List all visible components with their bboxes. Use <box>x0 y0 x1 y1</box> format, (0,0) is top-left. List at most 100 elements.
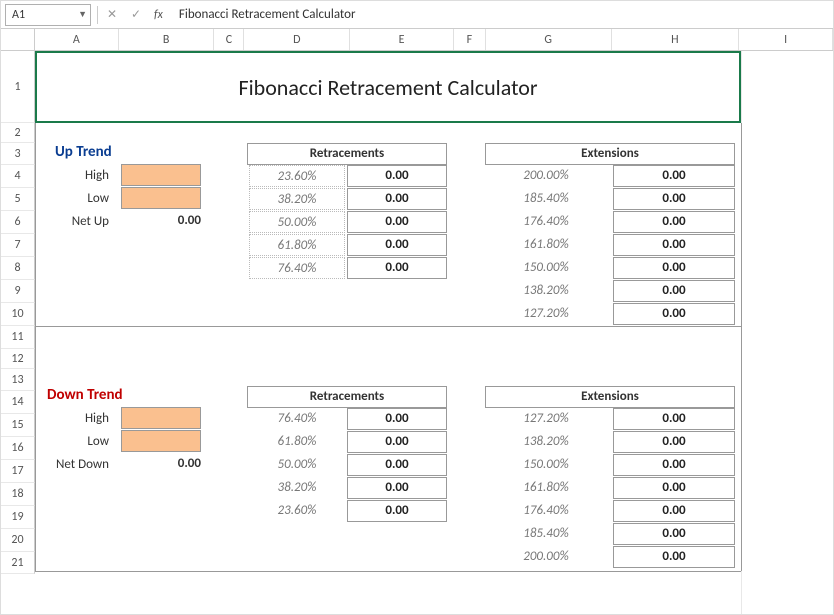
retracements-header: Retracements <box>247 386 447 408</box>
value-cell: 0.00 <box>347 500 447 522</box>
row-header[interactable]: 19 <box>1 506 35 529</box>
pct-cell: 185.40% <box>491 523 601 546</box>
row-header[interactable]: 8 <box>1 257 35 280</box>
pct-cell: 161.80% <box>491 234 601 257</box>
pct-cell: 150.00% <box>491 454 601 477</box>
pct-cell: 23.60% <box>249 500 345 523</box>
row-header[interactable]: 7 <box>1 234 35 257</box>
low-label: Low <box>49 191 109 206</box>
pct-cell: 200.00% <box>491 165 601 188</box>
downtrend-label: Down Trend <box>47 386 123 404</box>
value-cell: 0.00 <box>613 211 735 233</box>
pct-cell: 23.60% <box>249 165 345 187</box>
pct-cell: 176.40% <box>491 500 601 523</box>
value-cell: 0.00 <box>347 257 447 279</box>
value-cell: 0.00 <box>613 165 735 187</box>
pct-cell: 185.40% <box>491 188 601 211</box>
spreadsheet-grid[interactable]: Fibonacci Retracement Calculator Up Tren… <box>1 51 833 615</box>
pct-cell: 176.40% <box>491 211 601 234</box>
section-divider <box>35 326 741 327</box>
page-title[interactable]: Fibonacci Retracement Calculator <box>35 51 741 123</box>
value-cell: 0.00 <box>613 500 735 522</box>
uptrend-label: Up Trend <box>55 143 112 161</box>
border <box>35 123 36 571</box>
name-box[interactable]: A1 ▼ <box>5 4 91 26</box>
low-input[interactable] <box>121 430 201 452</box>
row-header[interactable]: 3 <box>1 143 35 165</box>
pct-cell: 138.20% <box>491 431 601 454</box>
low-input[interactable] <box>121 187 201 209</box>
extensions-header: Extensions <box>485 386 735 408</box>
pct-cell: 50.00% <box>249 454 345 477</box>
pct-cell: 38.20% <box>249 477 345 500</box>
row-header[interactable]: 9 <box>1 280 35 303</box>
row-header[interactable]: 10 <box>1 303 35 326</box>
pct-cell: 150.00% <box>491 257 601 280</box>
pct-cell: 127.20% <box>491 303 601 326</box>
value-cell: 0.00 <box>613 477 735 499</box>
col-header[interactable]: G <box>486 29 612 50</box>
row-header[interactable]: 5 <box>1 188 35 211</box>
pct-cell: 61.80% <box>249 431 345 454</box>
col-header[interactable]: I <box>739 29 833 50</box>
column-headers: A B C D E F G H I <box>1 29 833 51</box>
col-header[interactable]: D <box>244 29 350 50</box>
row-header[interactable]: 12 <box>1 349 35 369</box>
row-header[interactable]: 18 <box>1 483 35 506</box>
value-cell: 0.00 <box>613 431 735 453</box>
high-input[interactable] <box>121 164 201 186</box>
name-box-value: A1 <box>12 8 25 22</box>
row-header[interactable]: 6 <box>1 211 35 234</box>
netup-value: 0.00 <box>121 213 201 228</box>
divider <box>97 6 98 24</box>
row-header[interactable]: 21 <box>1 552 35 574</box>
col-header[interactable]: E <box>350 29 454 50</box>
select-all-button[interactable] <box>1 29 35 50</box>
row-header[interactable]: 15 <box>1 414 35 437</box>
col-header[interactable]: B <box>119 29 215 50</box>
value-cell: 0.00 <box>613 280 735 302</box>
netup-label: Net Up <box>49 214 109 229</box>
low-label: Low <box>49 434 109 449</box>
high-label: High <box>49 168 109 183</box>
border <box>741 123 742 571</box>
value-cell: 0.00 <box>613 303 735 325</box>
pct-cell: 61.80% <box>249 234 345 256</box>
col-header[interactable]: H <box>612 29 740 50</box>
value-cell: 0.00 <box>347 211 447 233</box>
pct-cell: 127.20% <box>491 408 601 431</box>
row-header[interactable]: 11 <box>1 326 35 349</box>
netdown-label: Net Down <box>43 457 109 472</box>
row-header[interactable]: 2 <box>1 123 35 143</box>
row-header[interactable]: 4 <box>1 165 35 188</box>
border <box>35 571 741 572</box>
check-icon[interactable]: ✓ <box>124 4 148 26</box>
chevron-down-icon[interactable]: ▼ <box>78 9 87 20</box>
row-header[interactable]: 17 <box>1 460 35 483</box>
row-header[interactable]: 16 <box>1 437 35 460</box>
high-input[interactable] <box>121 407 201 429</box>
formula-bar: A1 ▼ ✕ ✓ fx Fibonacci Retracement Calcul… <box>1 1 833 29</box>
col-header[interactable]: F <box>454 29 486 50</box>
value-cell: 0.00 <box>347 477 447 499</box>
value-cell: 0.00 <box>347 188 447 210</box>
value-cell: 0.00 <box>347 408 447 430</box>
pct-cell: 138.20% <box>491 280 601 303</box>
row-header[interactable]: 1 <box>1 51 35 123</box>
value-cell: 0.00 <box>613 454 735 476</box>
cancel-icon[interactable]: ✕ <box>100 4 124 26</box>
retracements-header: Retracements <box>247 143 447 165</box>
row-header[interactable]: 14 <box>1 391 35 414</box>
value-cell: 0.00 <box>347 234 447 256</box>
value-cell: 0.00 <box>613 188 735 210</box>
value-cell: 0.00 <box>613 257 735 279</box>
pct-cell: 38.20% <box>249 188 345 210</box>
fx-icon[interactable]: fx <box>148 8 169 22</box>
col-header[interactable]: C <box>214 29 244 50</box>
formula-input[interactable]: Fibonacci Retracement Calculator <box>169 7 833 22</box>
value-cell: 0.00 <box>613 523 735 545</box>
row-header[interactable]: 13 <box>1 369 35 391</box>
col-header[interactable]: A <box>35 29 119 50</box>
value-cell: 0.00 <box>347 431 447 453</box>
row-header[interactable]: 20 <box>1 529 35 552</box>
